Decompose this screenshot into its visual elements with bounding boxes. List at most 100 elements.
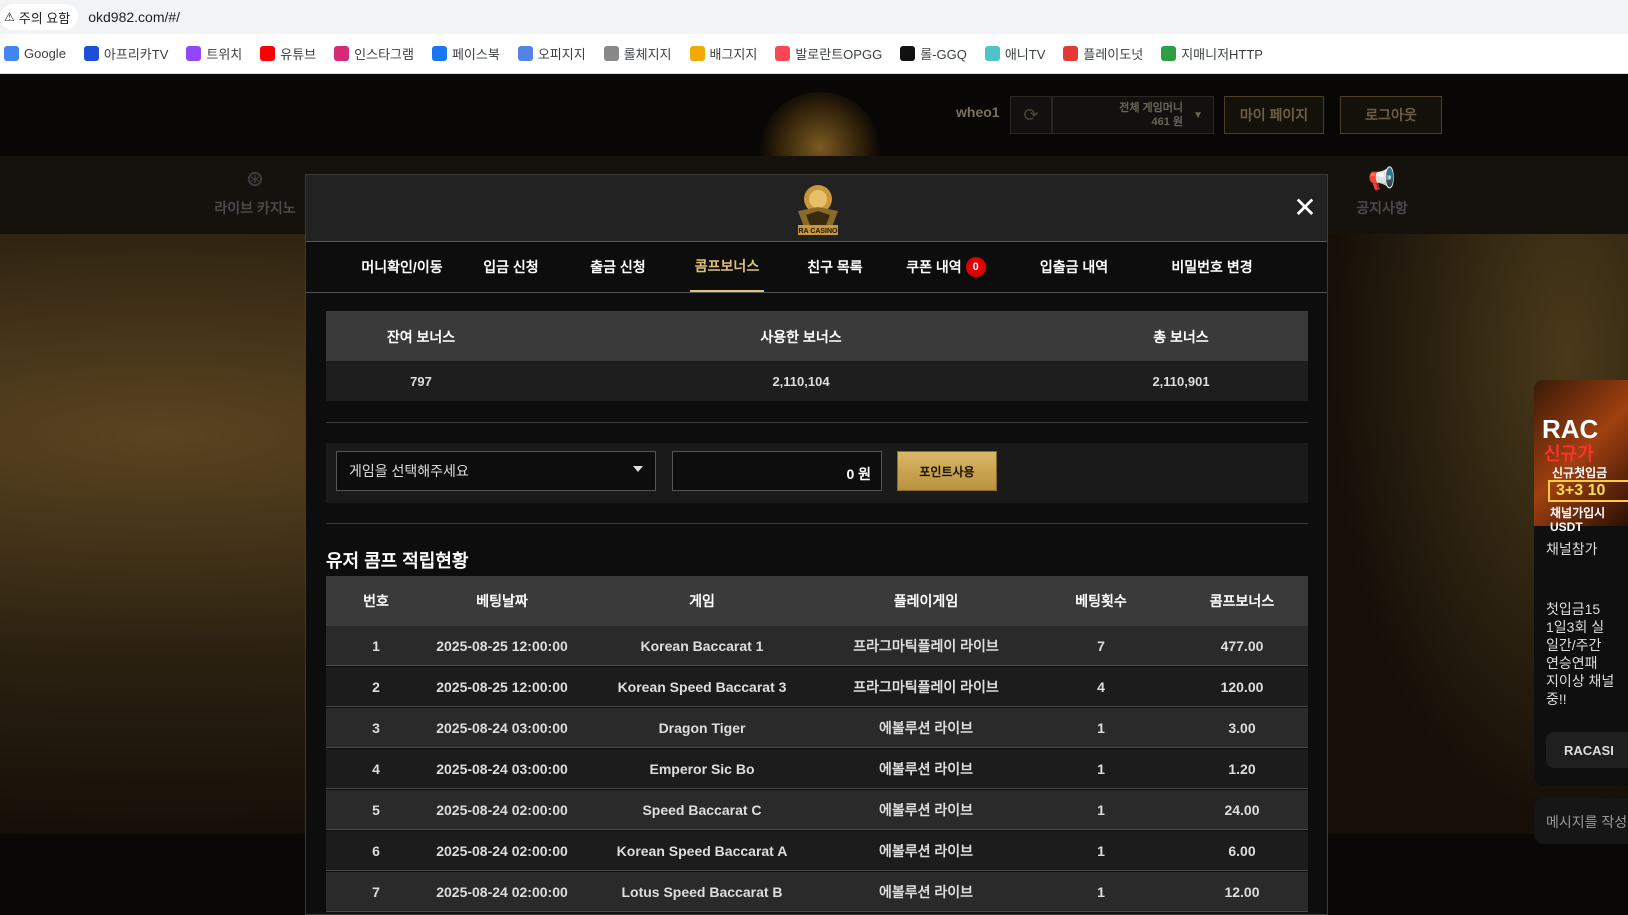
table-cell: Emperor Sic Bo (649, 761, 755, 777)
bookmark-item[interactable]: 트위치 (186, 44, 242, 63)
bookmark-label: 플레이도넛 (1083, 47, 1144, 62)
table-row: 6 2025-08-24 02:00:00 Korean Speed Baccara… (326, 831, 1308, 871)
table-cell: 2025-08-24 02:00:00 (436, 843, 568, 859)
table-cell: 1 (1097, 761, 1105, 777)
table-cell: Korean Speed Baccarat 3 (617, 679, 787, 695)
table-cell: 1.20 (1228, 761, 1256, 777)
tab-7[interactable]: 비밀번호 변경 (1140, 242, 1284, 292)
game-money-dropdown[interactable]: 전체 게임머니 461 원 ▼ (1052, 96, 1214, 134)
table-cell: 6.00 (1228, 843, 1256, 859)
column-header: 플레이게임 (893, 593, 959, 609)
youtube-icon (260, 46, 276, 61)
tab-5[interactable]: 쿠폰 내역 0 (893, 242, 999, 292)
bookmark-item[interactable]: 발로란트OPGG (775, 44, 882, 63)
nav-notice[interactable]: 📢 공지사항 (1322, 166, 1442, 218)
bookmark-item[interactable]: 애니TV (984, 44, 1046, 63)
bookmark-item[interactable]: Google (4, 46, 66, 61)
promo-banner[interactable]: RAC 신규가 신규첫입금 3+3 10 채널가입시 USDT (1534, 380, 1628, 534)
anitv-icon (984, 46, 1000, 61)
bookmark-label: 배그지지 (709, 47, 758, 62)
table-cell: 12.00 (1224, 884, 1260, 900)
security-warning-chip[interactable]: ⚠ 주의 요함 (0, 4, 79, 30)
table-cell: 1 (1097, 720, 1105, 736)
chip-icon: ⊛ (245, 166, 265, 191)
table-cell: 5 (372, 802, 380, 818)
section-title: 유저 콤프 적립현황 (326, 551, 469, 571)
bookmark-item[interactable]: 배그지지 (689, 44, 758, 63)
message-input[interactable]: 메시지를 작성 (1534, 798, 1628, 844)
use-point-button[interactable]: 포인트사용 (897, 451, 997, 491)
column-header: 번호 (363, 593, 389, 609)
table-cell: 4 (1097, 679, 1105, 695)
facebook-icon (431, 46, 447, 61)
lolchess-icon (603, 46, 619, 61)
table-cell: 3.00 (1228, 720, 1256, 736)
table-cell: 7 (1097, 638, 1105, 654)
column-header: 베팅날짜 (476, 593, 528, 609)
tab-label: 입출금 내역 (1039, 259, 1109, 275)
logout-button[interactable]: 로그아웃 (1340, 96, 1442, 134)
valorant-icon (775, 46, 791, 61)
nav-live-casino[interactable]: ⊛ 라이브 카지노 (195, 166, 315, 218)
nav-live-casino-label: 라이브 카지노 (214, 200, 296, 216)
table-cell: 7 (372, 884, 380, 900)
coupon-count-badge: 0 (965, 257, 986, 277)
table-cell: 에볼루션 라이브 (878, 802, 974, 818)
column-header: 콤프보너스 (1209, 593, 1275, 609)
afreecatv-icon (83, 46, 99, 61)
game-select[interactable]: 게임을 선택해주세요 (336, 451, 656, 491)
game-money-label: 전체 게임머니 (1119, 102, 1183, 114)
promo-text-line: 일간/주간 (1546, 637, 1602, 653)
tab-label: 친구 목록 (807, 259, 863, 275)
promo-text-line: 채널참가 (1546, 541, 1598, 557)
promo-text-line: 중!! (1546, 691, 1567, 707)
table-cell: 2025-08-25 12:00:00 (436, 679, 568, 695)
divider (326, 523, 1308, 524)
promo-line3: 3+3 10 (1548, 480, 1628, 502)
table-cell: 2025-08-25 12:00:00 (436, 638, 568, 654)
tab-4[interactable]: 친구 목록 (790, 242, 880, 292)
bookmark-item[interactable]: 아프리카TV (83, 44, 168, 63)
promo-text-line: 첫입금15 (1546, 601, 1601, 617)
bookmark-item[interactable]: 페이스북 (431, 44, 500, 63)
tab-2[interactable]: 출금 신청 (568, 242, 668, 292)
modal-tabs: 머니확인/이동 입금 신청 출금 신청 콤프보너스 친구 목록 쿠폰 내역 0 입출금 내역 비… (306, 241, 1327, 293)
refresh-icon[interactable]: ⟳ (1010, 96, 1052, 134)
table-cell: Speed Baccarat C (642, 802, 762, 818)
point-use-form: 게임을 선택해주세요 0 원 포인트사용 (326, 443, 1308, 503)
table-cell: 1 (1097, 843, 1105, 859)
instagram-icon (334, 46, 350, 61)
point-amount-input[interactable]: 0 원 (672, 451, 882, 491)
bookmark-label: 트위치 (206, 47, 243, 62)
url-text[interactable]: okd982.com/#/ (88, 9, 180, 25)
tab-0[interactable]: 머니확인/이동 (342, 242, 462, 292)
bookmark-item[interactable]: 유튜브 (260, 44, 316, 63)
bookmark-item[interactable]: 인스타그램 (334, 44, 414, 63)
promo-text-line: 연승연패 (1546, 655, 1598, 671)
header-username: wheo1 (956, 104, 1000, 120)
mypage-button[interactable]: 마이 페이지 (1224, 96, 1324, 134)
close-icon[interactable]: ✕ (1290, 193, 1320, 223)
divider (326, 422, 1308, 423)
table-cell: 6 (372, 843, 380, 859)
promo-text-line: 지이상 채널 (1546, 673, 1615, 689)
table-cell: 2025-08-24 02:00:00 (436, 802, 568, 818)
tab-3[interactable]: 콤프보너스 (690, 242, 764, 292)
tab-1[interactable]: 입금 신청 (461, 242, 561, 292)
bookmark-item[interactable]: 지매니저HTTP (1161, 44, 1263, 63)
table-cell: 2 (372, 679, 380, 695)
table-row: 4 2025-08-24 03:00:00 Emperor Sic Bo 에볼루션 라… (326, 749, 1308, 789)
table-cell: 프라그마틱플레이 라이브 (853, 638, 999, 654)
bookmark-label: 발로란트OPGG (795, 47, 883, 62)
google-icon (4, 46, 19, 61)
bookmark-item[interactable]: 플레이도넛 (1063, 44, 1143, 63)
tab-6[interactable]: 입출금 내역 (1018, 242, 1130, 292)
bookmark-label: 애니TV (1004, 47, 1046, 62)
modal-header: RA CASINO ✕ (306, 175, 1327, 241)
table-row: 3 2025-08-24 03:00:00 Dragon Tiger 에볼루션 라이브… (326, 708, 1308, 748)
bookmark-item[interactable]: 오피지지 (517, 44, 586, 63)
column-header: 베팅횟수 (1075, 593, 1127, 609)
bookmark-item[interactable]: 롤체지지 (603, 44, 672, 63)
bookmark-item[interactable]: 롤-GGQ (900, 44, 967, 63)
promo-button[interactable]: RACASI (1546, 732, 1628, 768)
